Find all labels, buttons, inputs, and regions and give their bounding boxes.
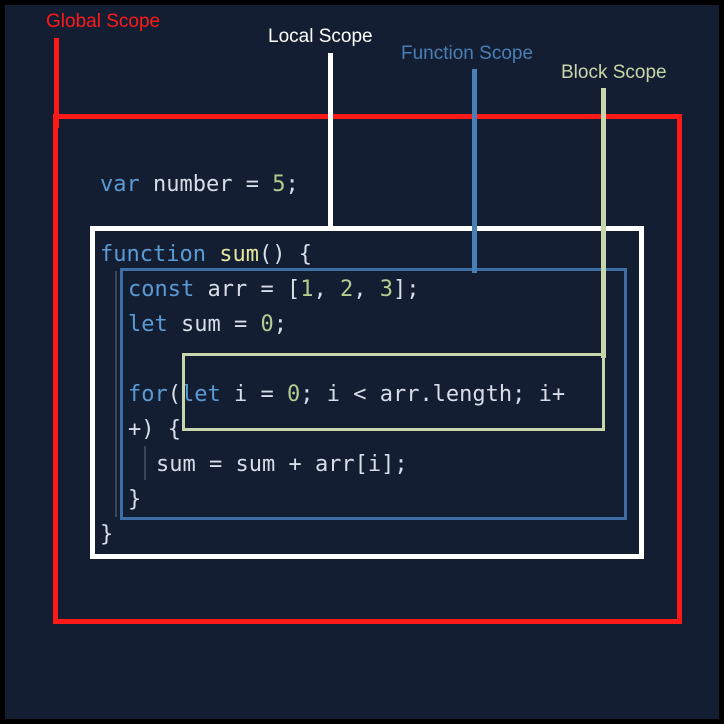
diagram-canvas: var number = 5; function sum() { const a… (0, 0, 724, 724)
code-line-6: +) { (128, 417, 181, 442)
token-number: 3 (379, 277, 393, 302)
token-text: arr = [ (194, 277, 301, 302)
code-line-7: sum = sum + arr[i]; (156, 452, 408, 477)
token-keyword: const (128, 277, 195, 302)
indent-guide (115, 271, 117, 517)
leader-line-local (328, 53, 333, 231)
token-number: 0 (260, 312, 274, 337)
token-text: , (353, 277, 380, 302)
token-text: ; (285, 172, 299, 197)
token-text: ]; (392, 277, 420, 302)
token-text: ( (167, 382, 181, 407)
code-line-2: function sum() { (100, 237, 312, 272)
token-number: 1 (300, 277, 314, 302)
code-line-9: } (100, 522, 114, 547)
token-function: sum (205, 242, 259, 267)
leader-line-function (472, 69, 477, 273)
code-line-8: } (128, 487, 142, 512)
token-text: ; (273, 312, 287, 337)
token-keyword: function (100, 242, 206, 267)
token-keyword: let (128, 312, 168, 337)
token-text: sum = (167, 312, 261, 337)
code-line-4: let sum = 0; (128, 307, 287, 342)
indent-guide (144, 446, 146, 480)
leader-line-block (601, 88, 606, 358)
leader-line-global (54, 38, 59, 128)
token-number: 5 (272, 172, 286, 197)
label-function-scope: Function Scope (401, 43, 534, 64)
code-line-3: const arr = [1, 2, 3]; (128, 272, 419, 307)
token-number: 2 (339, 277, 354, 302)
scope-box-block (182, 353, 605, 431)
token-text: number = (139, 172, 273, 197)
token-text: () { (258, 242, 312, 267)
code-line-1: var number = 5; (100, 167, 299, 202)
label-global-scope: Global Scope (46, 11, 161, 32)
token-keyword: for (128, 382, 168, 407)
label-local-scope: Local Scope (268, 26, 373, 47)
token-text: , (313, 277, 340, 302)
label-block-scope: Block Scope (561, 62, 667, 83)
token-keyword: var (100, 172, 140, 197)
